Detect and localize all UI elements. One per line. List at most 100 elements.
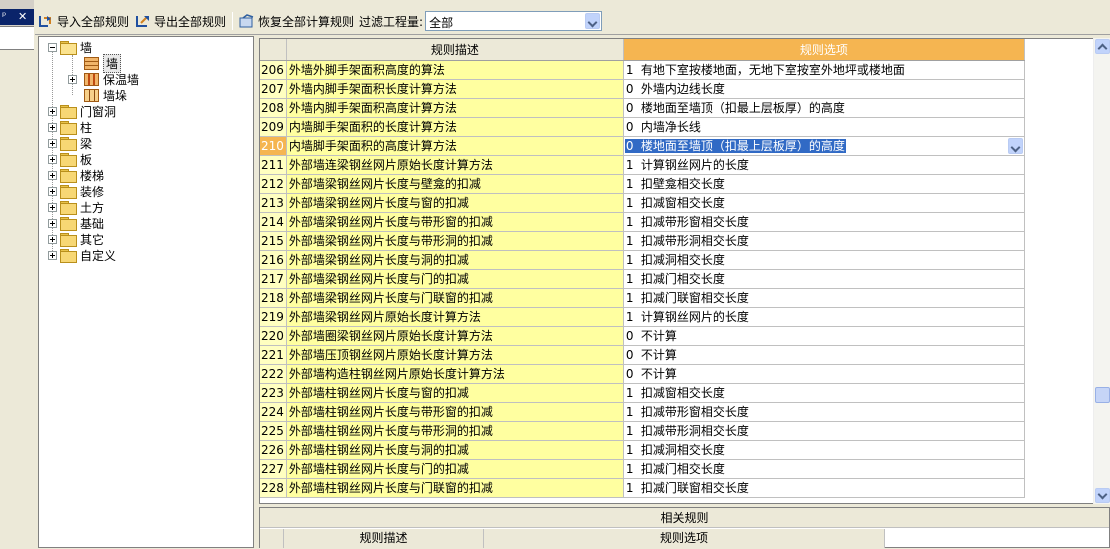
row-number[interactable]: 216	[260, 250, 287, 270]
expand-icon[interactable]	[48, 250, 57, 260]
rule-option-cell[interactable]: 0 不计算	[623, 345, 1025, 365]
rule-description-cell[interactable]: 外部墙柱钢丝网片长度与门联窗的扣减	[286, 478, 624, 498]
table-row[interactable]: 218 外部墙梁钢丝网片长度与门联窗的扣减 1 扣减门联窗相交长度	[260, 288, 1025, 308]
rule-description-cell[interactable]: 外部墙柱钢丝网片长度与窗的扣减	[286, 383, 624, 403]
table-row[interactable]: 208 外墙内脚手架面积高度计算方法 0 楼地面至墙顶（扣最上层板厚）的高度	[260, 98, 1025, 118]
table-row[interactable]: 217 外部墙梁钢丝网片长度与门的扣减 1 扣减门相交长度	[260, 269, 1025, 289]
row-number[interactable]: 213	[260, 193, 287, 213]
tree-node-door-window[interactable]: 门窗洞	[48, 103, 116, 119]
table-row[interactable]: 206 外墙外脚手架面积高度的算法 1 有地下室按楼地面，无地下室按室外地坪或楼地面	[260, 60, 1025, 80]
rule-option-cell[interactable]: 1 扣减洞相交长度	[623, 250, 1025, 270]
import-all-rules-button[interactable]: 导入全部规则	[35, 10, 132, 32]
rule-option-cell[interactable]: 0 不计算	[623, 364, 1025, 384]
rule-option-cell[interactable]: 1 扣减门联窗相交长度	[623, 288, 1025, 308]
table-row[interactable]: 215 外部墙梁钢丝网片长度与带形洞的扣减 1 扣减带形洞相交长度	[260, 231, 1025, 251]
tree-node-column[interactable]: 柱	[48, 119, 92, 135]
table-row[interactable]: 210 内墙脚手架面积的高度计算方法 0 楼地面至墙顶（扣最上层板厚）的高度	[260, 136, 1025, 156]
rule-option-cell[interactable]: 1 扣壁龛相交长度	[623, 174, 1025, 194]
row-number[interactable]: 227	[260, 459, 287, 479]
row-number[interactable]: 208	[260, 98, 287, 118]
rule-option-cell[interactable]: 1 扣减窗相交长度	[623, 193, 1025, 213]
expand-icon[interactable]	[68, 74, 77, 84]
related-column-header-opt[interactable]: 规则选项	[484, 529, 885, 548]
rule-option-select[interactable]: 0 楼地面至墙顶（扣最上层板厚）的高度	[624, 137, 1024, 155]
rule-option-cell[interactable]: 1 扣减门相交长度	[623, 269, 1025, 289]
table-row[interactable]: 227 外部墙柱钢丝网片长度与门的扣减 1 扣减门相交长度	[260, 459, 1025, 479]
table-row[interactable]: 228 外部墙柱钢丝网片长度与门联窗的扣减 1 扣减门联窗相交长度	[260, 478, 1025, 498]
table-row[interactable]: 219 外部墙梁钢丝网片原始长度计算方法 1 计算钢丝网片的长度	[260, 307, 1025, 327]
rule-description-cell[interactable]: 内墙脚手架面积的长度计算方法	[286, 117, 624, 137]
row-number[interactable]: 206	[260, 60, 287, 80]
rule-description-cell[interactable]: 外部墙梁钢丝网片原始长度计算方法	[286, 307, 624, 327]
expand-icon[interactable]	[48, 186, 57, 196]
table-row[interactable]: 214 外部墙梁钢丝网片长度与带形窗的扣减 1 扣减带形窗相交长度	[260, 212, 1025, 232]
row-number[interactable]: 210	[260, 136, 287, 156]
row-number[interactable]: 219	[260, 307, 287, 327]
tree-node-foundation[interactable]: 基础	[48, 215, 104, 231]
table-row[interactable]: 211 外部墙连梁钢丝网片原始长度计算方法 1 计算钢丝网片的长度	[260, 155, 1025, 175]
rule-description-cell[interactable]: 外部墙梁钢丝网片长度与带形窗的扣减	[286, 212, 624, 232]
row-number[interactable]: 209	[260, 117, 287, 137]
rule-description-cell[interactable]: 外部墙梁钢丝网片长度与门的扣减	[286, 269, 624, 289]
table-row[interactable]: 224 外部墙柱钢丝网片长度与带形窗的扣减 1 扣减带形窗相交长度	[260, 402, 1025, 422]
rule-option-cell[interactable]: 1 计算钢丝网片的长度	[623, 307, 1025, 327]
rule-description-cell[interactable]: 外部墙梁钢丝网片长度与壁龛的扣减	[286, 174, 624, 194]
expand-icon[interactable]	[48, 154, 57, 164]
row-number[interactable]: 218	[260, 288, 287, 308]
rule-description-cell[interactable]: 外部墙柱钢丝网片长度与带形窗的扣减	[286, 402, 624, 422]
row-number[interactable]: 214	[260, 212, 287, 232]
row-number[interactable]: 228	[260, 478, 287, 498]
rule-option-cell[interactable]: 1 扣减门联窗相交长度	[623, 478, 1025, 498]
rule-description-cell[interactable]: 外部墙柱钢丝网片长度与洞的扣减	[286, 440, 624, 460]
row-number[interactable]: 212	[260, 174, 287, 194]
filter-quantity-select[interactable]: 全部	[425, 11, 603, 31]
pin-icon[interactable]: ᵖ	[2, 9, 6, 25]
rule-description-cell[interactable]: 外墙外脚手架面积高度的算法	[286, 60, 624, 80]
table-row[interactable]: 220 外部墙圈梁钢丝网片原始长度计算方法 0 不计算	[260, 326, 1025, 346]
expand-icon[interactable]	[48, 122, 57, 132]
tree-node-other[interactable]: 其它	[48, 231, 104, 247]
rule-option-cell[interactable]: 1 有地下室按楼地面，无地下室按室外地坪或楼地面	[623, 60, 1025, 80]
scroll-down-icon[interactable]	[1095, 488, 1110, 503]
table-row[interactable]: 221 外部墙压顶钢丝网片原始长度计算方法 0 不计算	[260, 345, 1025, 365]
rule-description-cell[interactable]: 外部墙柱钢丝网片长度与带形洞的扣减	[286, 421, 624, 441]
collapse-icon[interactable]	[48, 42, 57, 52]
related-column-header-desc[interactable]: 规则描述	[284, 529, 484, 548]
tree-node-earthwork[interactable]: 土方	[48, 199, 104, 215]
rule-description-cell[interactable]: 外部墙梁钢丝网片长度与门联窗的扣减	[286, 288, 624, 308]
table-row[interactable]: 222 外部墙构造柱钢丝网片原始长度计算方法 0 不计算	[260, 364, 1025, 384]
row-number[interactable]: 225	[260, 421, 287, 441]
rule-description-cell[interactable]: 外部墙梁钢丝网片长度与洞的扣减	[286, 250, 624, 270]
rule-description-cell[interactable]: 外部墙构造柱钢丝网片原始长度计算方法	[286, 364, 624, 384]
expand-icon[interactable]	[48, 106, 57, 116]
tree-node-decoration[interactable]: 装修	[48, 183, 104, 199]
rule-description-cell[interactable]: 外部墙柱钢丝网片长度与门的扣减	[286, 459, 624, 479]
rule-description-cell[interactable]: 外部墙梁钢丝网片长度与带形洞的扣减	[286, 231, 624, 251]
column-header-desc[interactable]: 规则描述	[286, 39, 624, 61]
scroll-thumb[interactable]	[1095, 387, 1110, 403]
rule-option-cell[interactable]: 1 扣减洞相交长度	[623, 440, 1025, 460]
table-row[interactable]: 223 外部墙柱钢丝网片长度与窗的扣减 1 扣减窗相交长度	[260, 383, 1025, 403]
chevron-down-icon[interactable]	[1007, 137, 1023, 154]
table-row[interactable]: 209 内墙脚手架面积的长度计算方法 0 内墙净长线	[260, 117, 1025, 137]
row-number[interactable]: 220	[260, 326, 287, 346]
tree-node-custom[interactable]: 自定义	[48, 247, 116, 263]
tree-node-slab[interactable]: 板	[48, 151, 92, 167]
chevron-down-icon[interactable]	[585, 13, 601, 29]
tree-node-wall-pier[interactable]: 墙垛	[84, 87, 127, 103]
tree-node-wall[interactable]: 墙	[48, 39, 92, 55]
row-number[interactable]: 211	[260, 155, 287, 175]
rule-description-cell[interactable]: 外墙内脚手架面积高度计算方法	[286, 98, 624, 118]
vertical-scrollbar[interactable]	[1093, 38, 1110, 504]
row-number[interactable]: 207	[260, 79, 287, 99]
expand-icon[interactable]	[48, 170, 57, 180]
close-icon[interactable]: ✕	[18, 9, 27, 25]
expand-icon[interactable]	[48, 202, 57, 212]
rule-option-cell[interactable]: 1 扣减带形洞相交长度	[623, 421, 1025, 441]
export-all-rules-button[interactable]: 导出全部规则	[132, 10, 229, 32]
table-row[interactable]: 225 外部墙柱钢丝网片长度与带形洞的扣减 1 扣减带形洞相交长度	[260, 421, 1025, 441]
rule-option-cell[interactable]: 1 扣减门相交长度	[623, 459, 1025, 479]
expand-icon[interactable]	[48, 234, 57, 244]
row-number[interactable]: 221	[260, 345, 287, 365]
tree-node-wall-sub[interactable]: 墙	[84, 53, 122, 73]
